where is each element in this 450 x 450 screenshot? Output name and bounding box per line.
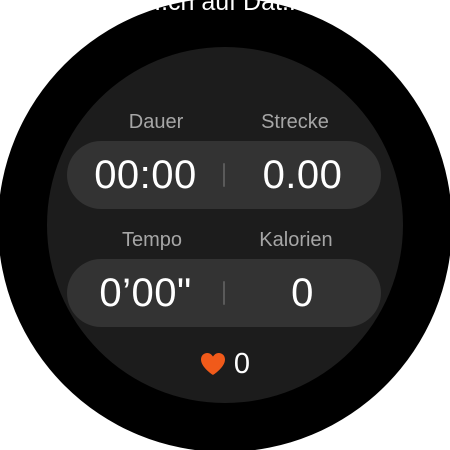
distance-label: Strecke [261,111,329,133]
distance-value: 0.00 [262,153,343,197]
pace-calories-pill: 0’00" 0 [67,259,381,327]
duration-distance-pill: 00:00 0.00 [67,141,381,209]
heart-rate-value: 0 [233,348,251,380]
pace-value: 0’00" [99,271,192,315]
calories-value: 0 [291,271,314,315]
calories-label: Kalorien [259,229,333,251]
duration-value: 00:00 [94,153,197,197]
heart-icon [200,353,225,375]
top-banner-text: ...ch auf Dat... [147,0,303,16]
pace-label: Tempo [121,229,183,251]
duration-label: Dauer [128,111,184,133]
heart-rate-row: 0 [0,348,450,380]
watch-screen: ...ch auf Dat... Dauer Strecke 00:00 0.0… [0,0,450,450]
